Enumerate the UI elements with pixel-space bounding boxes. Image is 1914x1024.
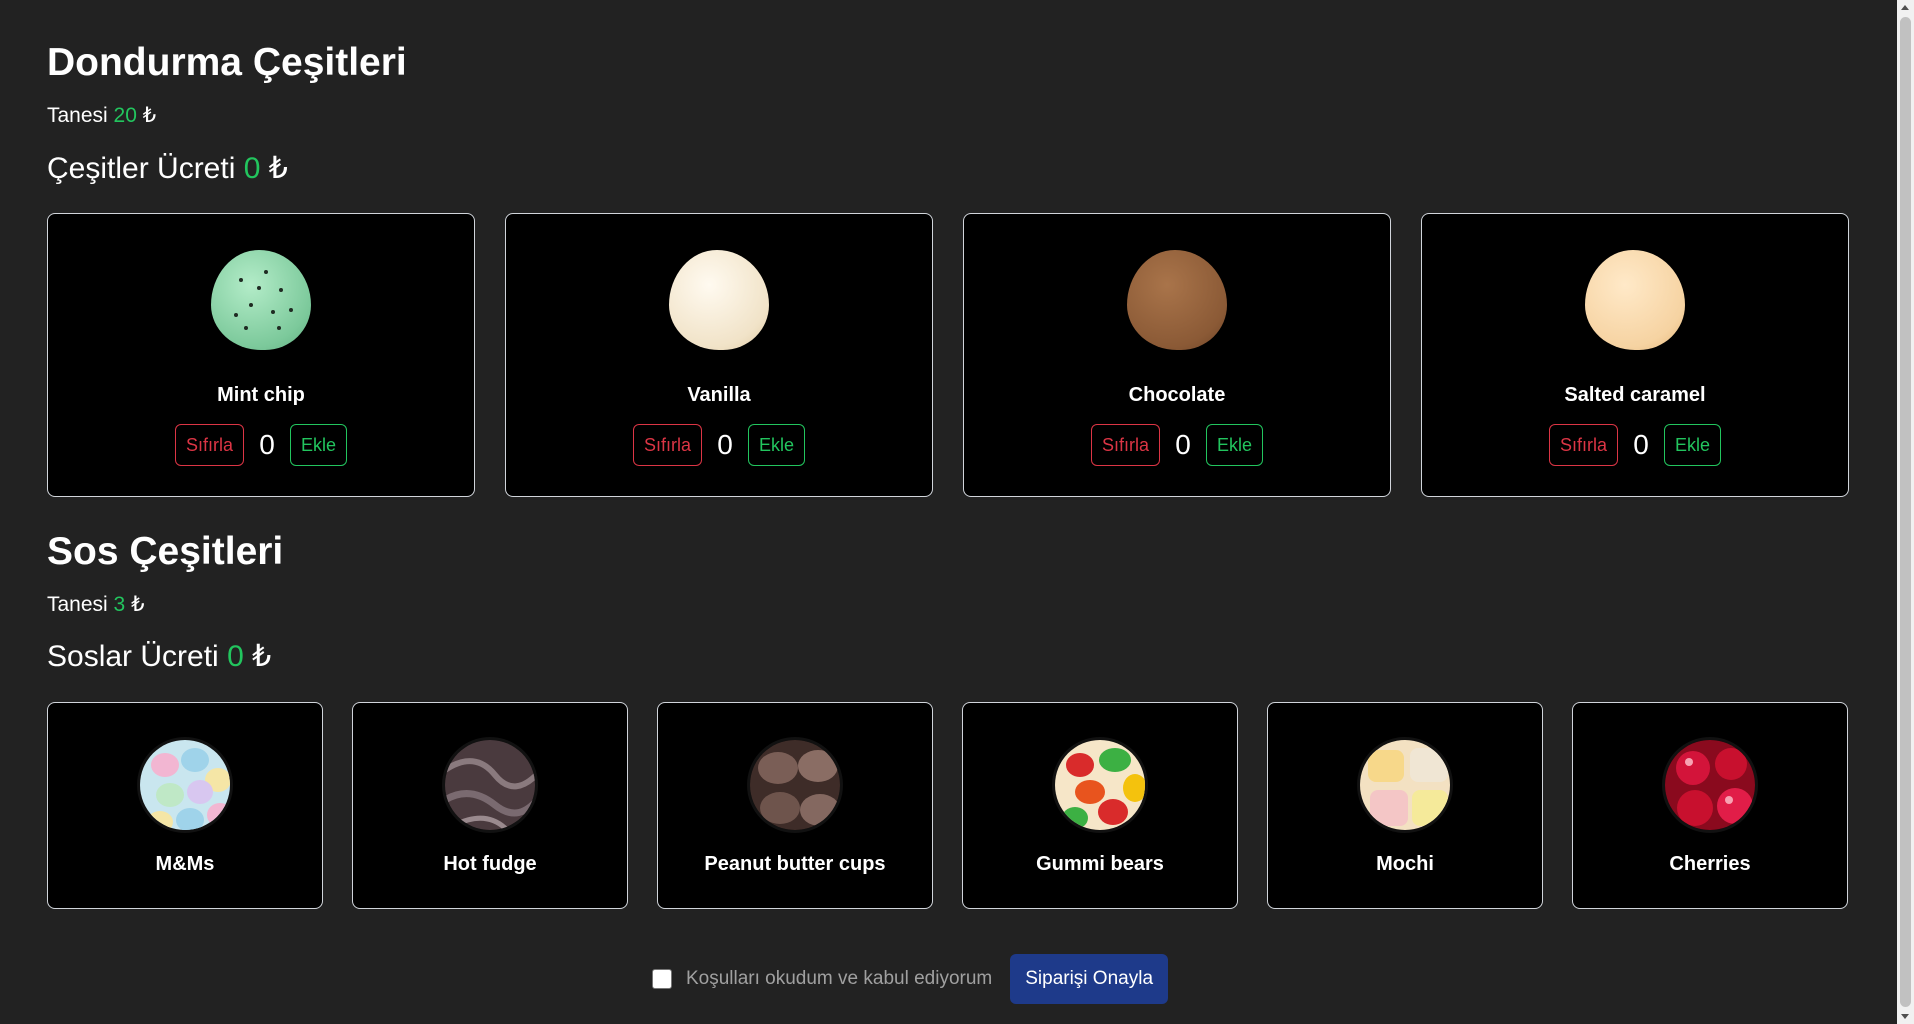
sauce-card-mms[interactable]: M&Ms xyxy=(47,702,323,909)
flavor-card-chocolate: Chocolate Sıfırla 0 Ekle xyxy=(963,213,1391,497)
flavor-count: 0 xyxy=(259,429,275,460)
terms-label: Koşulları okudum ve kabul ediyorum xyxy=(685,968,993,989)
sauce-name: Gummi bears xyxy=(1036,853,1164,875)
scroll-thumb[interactable] xyxy=(1900,17,1911,1007)
reset-button[interactable]: Sıfırla xyxy=(632,424,702,466)
flavors-title: Dondurma Çeşitleri xyxy=(47,41,407,84)
mochi-topping-icon xyxy=(1357,737,1453,833)
flavor-name: Salted caramel xyxy=(1564,384,1706,406)
currency-symbol: ₺ xyxy=(252,640,272,673)
cherries-topping-icon xyxy=(1662,737,1758,833)
sauce-card-cherries[interactable]: Cherries xyxy=(1572,702,1848,909)
sauce-name: M&Ms xyxy=(155,853,215,875)
sauce-name: Peanut butter cups xyxy=(704,853,886,875)
chocolate-scoop-icon xyxy=(1127,250,1227,350)
flavor-controls: Sıfırla 0 Ekle xyxy=(48,424,474,466)
flavor-controls: Sıfırla 0 Ekle xyxy=(1422,424,1848,466)
gummi-bears-topping-icon xyxy=(1052,737,1148,833)
flavors-grid: Mint chip Sıfırla 0 Ekle Vanilla Sıfırla… xyxy=(47,213,1849,497)
sauces-fee-label: Soslar Ücreti xyxy=(47,640,219,673)
flavors-fee-label: Çeşitler Ücreti xyxy=(47,152,236,185)
order-footer: Koşulları okudum ve kabul ediyorum Sipar… xyxy=(0,954,1820,1004)
flavor-name: Vanilla xyxy=(687,384,751,406)
flavors-unit-price-label: Tanesi xyxy=(47,104,108,127)
flavors-unit-price-value: 20 xyxy=(113,104,137,127)
sauce-name: Cherries xyxy=(1669,853,1751,875)
add-button[interactable]: Ekle xyxy=(1664,424,1722,466)
flavors-unit-price: Tanesi 20 ₺ xyxy=(47,105,156,126)
salted-caramel-scoop-icon xyxy=(1585,250,1685,350)
terms-agreement[interactable]: Koşulları okudum ve kabul ediyorum xyxy=(651,968,993,990)
hot-fudge-topping-icon xyxy=(442,737,538,833)
vanilla-scoop-icon xyxy=(669,250,769,350)
currency-symbol: ₺ xyxy=(131,593,145,616)
add-button[interactable]: Ekle xyxy=(1206,424,1264,466)
sauces-fee: Soslar Ücreti 0 ₺ xyxy=(47,642,271,672)
sauce-card-hot-fudge[interactable]: Hot fudge xyxy=(352,702,628,909)
sauce-name: Mochi xyxy=(1376,853,1434,875)
flavor-card-vanilla: Vanilla Sıfırla 0 Ekle xyxy=(505,213,933,497)
sauce-card-gummi-bears[interactable]: Gummi bears xyxy=(962,702,1238,909)
flavors-fee-value: 0 xyxy=(243,152,261,185)
confirm-order-button[interactable]: Siparişi Onayla xyxy=(1010,954,1169,1004)
flavor-count: 0 xyxy=(1633,429,1649,460)
flavor-count: 0 xyxy=(717,429,733,460)
sauces-title: Sos Çeşitleri xyxy=(47,530,284,573)
add-button[interactable]: Ekle xyxy=(290,424,348,466)
sauce-card-peanut-butter-cups[interactable]: Peanut butter cups xyxy=(657,702,933,909)
sauces-fee-value: 0 xyxy=(227,640,244,673)
flavors-fee: Çeşitler Ücreti 0 ₺ xyxy=(47,154,288,184)
terms-checkbox[interactable] xyxy=(651,969,672,989)
flavor-name: Mint chip xyxy=(217,384,305,406)
reset-button[interactable]: Sıfırla xyxy=(1548,424,1618,466)
flavor-controls: Sıfırla 0 Ekle xyxy=(964,424,1390,466)
sauces-unit-price-value: 3 xyxy=(113,593,126,616)
flavor-card-salted-caramel: Salted caramel Sıfırla 0 Ekle xyxy=(1421,213,1849,497)
flavor-controls: Sıfırla 0 Ekle xyxy=(506,424,932,466)
reset-button[interactable]: Sıfırla xyxy=(174,424,244,466)
sauce-card-mochi[interactable]: Mochi xyxy=(1267,702,1543,909)
add-button[interactable]: Ekle xyxy=(748,424,806,466)
sauce-name: Hot fudge xyxy=(443,853,537,875)
peanut-butter-cups-topping-icon xyxy=(747,737,843,833)
flavor-count: 0 xyxy=(1175,429,1191,460)
mms-topping-icon xyxy=(137,737,233,833)
currency-symbol: ₺ xyxy=(268,152,288,185)
scroll-down-icon[interactable] xyxy=(1901,1014,1909,1019)
flavor-card-mint-chip: Mint chip Sıfırla 0 Ekle xyxy=(47,213,475,497)
mint-chip-scoop-icon xyxy=(211,250,311,350)
vertical-scrollbar[interactable] xyxy=(1897,0,1914,1024)
scroll-up-icon[interactable] xyxy=(1901,5,1909,10)
sauces-unit-price-label: Tanesi xyxy=(47,593,108,616)
sauces-grid: M&Ms Hot fudge Peanut butter cups Gummi … xyxy=(47,702,1848,909)
sauces-unit-price: Tanesi 3 ₺ xyxy=(47,594,144,615)
currency-symbol: ₺ xyxy=(142,104,157,127)
reset-button[interactable]: Sıfırla xyxy=(1090,424,1160,466)
flavor-name: Chocolate xyxy=(1128,384,1226,406)
